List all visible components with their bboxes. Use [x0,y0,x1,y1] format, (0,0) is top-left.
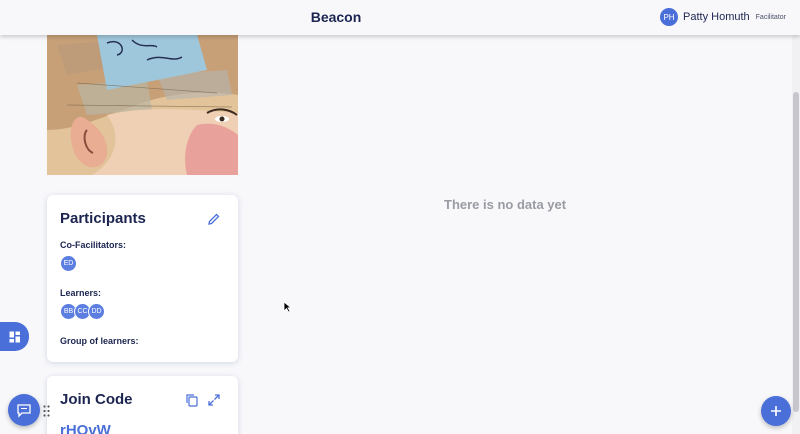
drag-handle-icon[interactable] [43,404,50,422]
join-code-value: rHOvW [60,422,111,434]
co-facilitators-list: ED [60,255,77,272]
participants-card: Participants Co-Facilitators: ED Learner… [47,195,238,362]
user-menu[interactable]: PH Patty Homuth Facilitator [660,8,786,26]
participant-avatar[interactable]: ED [60,255,77,272]
user-avatar[interactable]: PH [660,8,679,26]
learners-list: BB CC DD [60,303,105,320]
user-name: Patty Homuth [683,11,750,23]
user-role: Facilitator [755,13,786,21]
top-bar: Beacon PH Patty Homuth Facilitator [0,0,800,35]
plus-icon [771,406,781,416]
add-button[interactable] [761,396,791,426]
dashboard-toggle-button[interactable] [0,322,29,351]
chat-button[interactable] [8,394,40,426]
join-code-title: Join Code [60,391,133,408]
app-title: Beacon [310,9,362,25]
join-code-card: Join Code rHOvW [47,376,238,434]
chat-icon [17,404,31,418]
edit-icon[interactable] [207,212,221,226]
session-artwork [47,35,238,175]
empty-state-message: There is no data yet [444,197,567,212]
expand-icon[interactable] [207,393,221,407]
scrollbar-thumb[interactable] [793,92,799,412]
dashboard-icon [9,331,20,342]
copy-icon[interactable] [185,393,199,407]
participants-title: Participants [60,210,146,227]
co-facilitators-label: Co-Facilitators: [60,240,127,250]
cursor-icon [283,300,293,318]
learners-label: Learners: [60,288,102,298]
group-of-learners-label: Group of learners: [60,336,139,346]
participant-avatar[interactable]: DD [88,303,105,320]
